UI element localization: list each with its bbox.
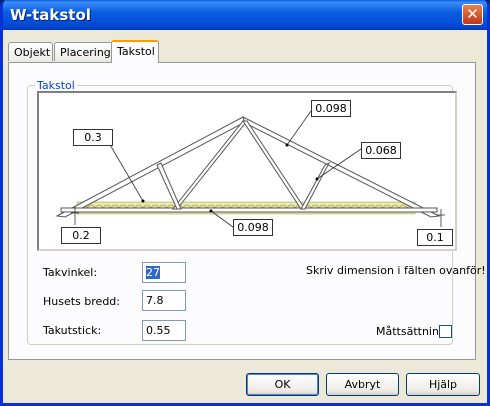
takutstick-value: 0.55 (146, 324, 171, 337)
hint-text: Skriv dimension i fälten ovanför! (306, 264, 486, 277)
husets-bredd-field[interactable]: 7.8 (142, 290, 186, 311)
leader-dot (285, 143, 289, 147)
window-title: W-takstol (10, 6, 91, 24)
bottom-chord (60, 207, 438, 213)
mattsattning-label: Måttsättning (376, 325, 446, 338)
callout-bottom-center: 0.098 (233, 219, 273, 236)
callout-top-right: 0.098 (311, 100, 351, 117)
takvinkel-value: 27 (146, 266, 160, 279)
husets-bredd-value: 7.8 (146, 294, 164, 307)
tab-objekt[interactable]: Objekt (8, 42, 53, 61)
tab-placering[interactable]: Placering (54, 42, 114, 61)
leader-top-left (108, 142, 144, 202)
leader-dot (315, 177, 319, 181)
truss-drawing: 0.3 0.098 0.068 0.098 0.2 0.1 (37, 91, 457, 251)
takvinkel-field[interactable]: 27 (142, 262, 186, 283)
husets-bredd-label: Husets bredd: (43, 295, 120, 308)
takutstick-label: Takutstick: (43, 324, 102, 337)
callout-top-left: 0.3 (73, 129, 113, 146)
close-icon: ✕ (466, 5, 479, 23)
tab-takstol[interactable]: Takstol (111, 40, 159, 63)
callout-bottom-left: 0.2 (61, 227, 101, 244)
mattsattning-checkbox[interactable] (439, 325, 452, 338)
takvinkel-label: Takvinkel: (43, 266, 98, 279)
leader-dot (209, 209, 213, 213)
leader-top-right (286, 110, 312, 146)
help-button[interactable]: Hjälp (406, 373, 480, 396)
title-bar[interactable]: W-takstol ✕ (3, 0, 487, 30)
callout-bottom-right: 0.1 (417, 229, 453, 246)
close-button[interactable]: ✕ (462, 4, 483, 25)
cancel-button[interactable]: Avbryt (326, 373, 399, 396)
leader-dot (141, 199, 145, 203)
callout-right: 0.068 (361, 142, 401, 159)
ok-button[interactable]: OK (246, 373, 319, 396)
takutstick-field[interactable]: 0.55 (142, 320, 186, 341)
